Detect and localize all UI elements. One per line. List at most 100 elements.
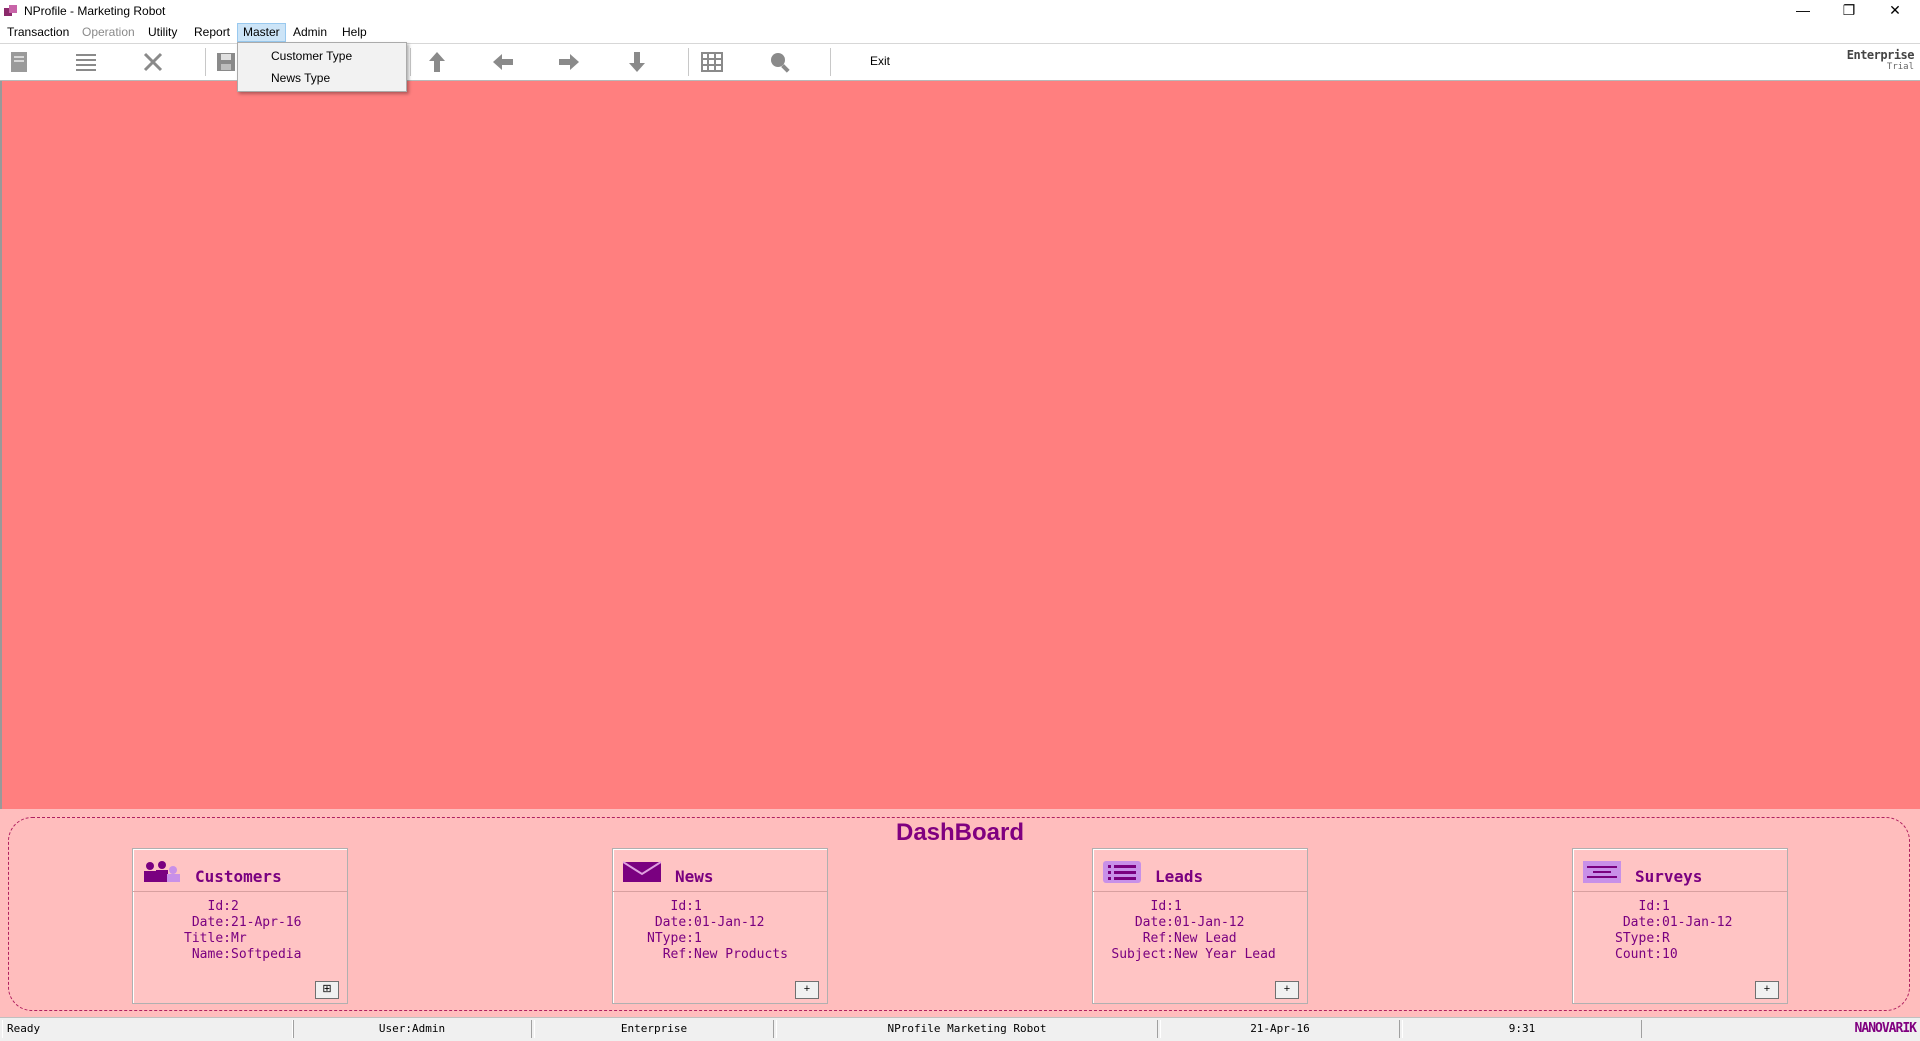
card-header: Customers [133,849,347,892]
field-value: R [1662,931,1670,946]
window-title: NProfile - Marketing Robot [24,4,166,18]
news-add-button[interactable]: + [795,981,819,999]
exit-button[interactable]: Exit [870,54,890,68]
field-label: Ref: [1142,931,1174,946]
field-value: 21-Apr-16 [231,915,302,930]
field-value: New Products [694,947,788,962]
field-label: Name: [191,947,231,962]
field-value: 1 [694,931,702,946]
minimize-button[interactable]: — [1780,0,1826,22]
title-bar: NProfile - Marketing Robot — ❐ ✕ [0,0,1920,22]
field-value: 10 [1662,947,1678,962]
field-label: Subject: [1111,947,1174,962]
field-value: 01-Jan-12 [1174,915,1245,930]
field-value: 1 [1174,899,1182,914]
surveys-icon [1583,861,1621,883]
field-label: Date: [1134,915,1174,930]
grid-icon[interactable] [698,48,726,76]
card-header: News [613,849,827,892]
field-value: 01-Jan-12 [1662,915,1733,930]
leads-add-button[interactable]: + [1275,981,1299,999]
field-label: Title: [184,931,231,946]
field-label: Ref: [662,947,694,962]
toolbar-separator [410,48,411,76]
news-icon [623,861,661,883]
status-text: Ready [2,1020,294,1038]
card-title: Leads [1155,867,1204,886]
card-title: News [675,867,714,886]
field-label: Date: [191,915,231,930]
edition-label: Enterprise [1846,48,1915,62]
menu-master[interactable]: Master [237,23,286,42]
status-date: 21-Apr-16 [1160,1020,1400,1038]
card-title: Surveys [1635,867,1703,886]
status-product: NProfile Marketing Robot [776,1020,1158,1038]
surveys-card: Surveys Id: 1 Date: 01-Jan-12 SType: R Coun… [1572,848,1788,1004]
menu-help[interactable]: Help [337,24,372,41]
status-user: User:Admin [292,1020,532,1038]
customers-card: Customers Id: 2 Date: 21-Apr-16 Title: Mr N… [132,848,348,1004]
field-value: 1 [694,899,702,914]
app-logo-icon [4,5,18,17]
close-button[interactable]: ✕ [1872,0,1918,22]
customers-open-button[interactable]: ⊞ [315,981,339,999]
list-icon[interactable] [72,48,100,76]
surveys-add-button[interactable]: + [1755,981,1779,999]
card-header: Surveys [1573,849,1787,892]
menu-report[interactable]: Report [189,24,235,41]
field-value: 01-Jan-12 [694,915,765,930]
field-label: Id: [1638,899,1662,914]
field-label: Id: [1150,899,1174,914]
edition-badge: Enterprise Trial [1846,48,1915,72]
toolbar-separator [830,48,831,76]
menu-item-news-type[interactable]: News Type [271,71,330,85]
card-fields: Id: 1 Date: 01-Jan-12 SType: R Count: 10 [1573,899,1787,963]
field-value: 1 [1662,899,1670,914]
menu-admin[interactable]: Admin [288,24,332,41]
card-title: Customers [195,867,282,886]
status-bar: Ready User:Admin Enterprise NProfile Mar… [0,1017,1920,1041]
maximize-button[interactable]: ❐ [1826,0,1872,22]
card-fields: Id: 2 Date: 21-Apr-16 Title: Mr Name: Softpe… [133,899,347,963]
mdi-workspace [0,81,1920,809]
toolbar-separator [688,48,689,76]
field-label: Id: [207,899,231,914]
new-document-icon[interactable] [5,48,33,76]
delete-icon[interactable] [139,48,167,76]
master-dropdown-menu: Customer Type News Type [237,42,407,92]
field-value: New Year Lead [1174,947,1276,962]
customers-icon [143,861,181,883]
search-icon[interactable] [766,48,794,76]
field-label: SType: [1615,931,1662,946]
field-label: NType: [647,931,694,946]
toolbar-separator [205,48,206,76]
menu-transaction[interactable]: Transaction [2,24,74,41]
card-fields: Id: 1 Date: 01-Jan-12 Ref: New Lead Subject… [1093,899,1307,963]
menu-operation[interactable]: Operation [77,24,140,41]
save-icon[interactable] [212,48,240,76]
menu-utility[interactable]: Utility [143,24,182,41]
card-fields: Id: 1 Date: 01-Jan-12 NType: 1 Ref: New Prod… [613,899,827,963]
previous-record-icon[interactable] [489,48,517,76]
menu-item-customer-type[interactable]: Customer Type [271,49,352,63]
first-record-icon[interactable] [423,48,451,76]
menu-bar: Transaction Operation Utility Report Mas… [0,22,1920,42]
leads-card: Leads Id: 1 Date: 01-Jan-12 Ref: New Lead S… [1092,848,1308,1004]
news-card: News Id: 1 Date: 01-Jan-12 NType: 1 Ref: New… [612,848,828,1004]
dashboard-title: DashBoard [895,819,1025,846]
status-time: 9:31 [1402,1020,1642,1038]
card-header: Leads [1093,849,1307,892]
field-label: Date: [654,915,694,930]
dashboard-panel: DashBoard Customers Id: 2 Date: 21-Apr-16 … [0,809,1920,1017]
status-edition: Enterprise [534,1020,774,1038]
last-record-icon[interactable] [623,48,651,76]
edition-sub-label: Trial [1886,62,1914,72]
field-value: 2 [231,899,239,914]
leads-icon [1103,861,1141,883]
vendor-logo: NANOVARIK [1854,1021,1917,1036]
field-label: Id: [670,899,694,914]
field-value: Mr [231,931,247,946]
field-value: Softpedia [231,947,302,962]
next-record-icon[interactable] [555,48,583,76]
field-label: Date: [1622,915,1662,930]
